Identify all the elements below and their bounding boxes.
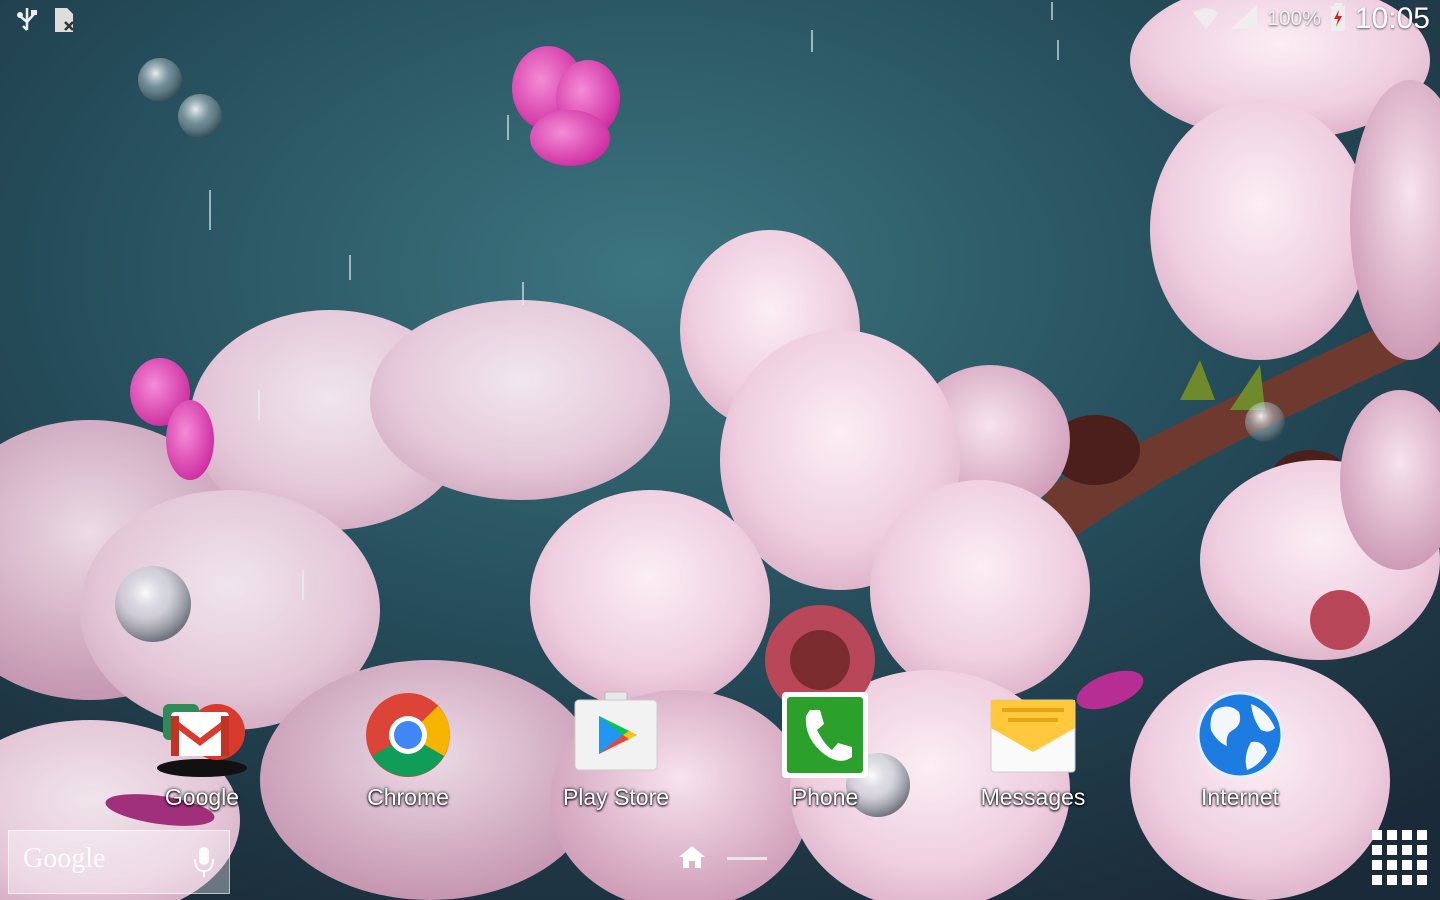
search-placeholder: Google: [23, 843, 106, 874]
app-internet[interactable]: Internet: [1160, 690, 1320, 811]
battery-percent: 100%: [1267, 7, 1321, 30]
app-chrome[interactable]: Chrome: [328, 690, 488, 811]
page-dot: [727, 857, 767, 860]
page-indicator: [675, 843, 775, 873]
app-phone[interactable]: Phone: [745, 690, 905, 811]
app-label: Messages: [980, 784, 1086, 810]
app-label: Play Store: [562, 784, 670, 810]
google-search-widget[interactable]: Google: [8, 830, 230, 894]
app-label: Phone: [791, 784, 859, 810]
app-label: Google: [164, 784, 240, 810]
home-icon[interactable]: [677, 843, 707, 875]
app-messages[interactable]: Messages: [953, 690, 1113, 811]
microphone-icon[interactable]: [193, 845, 215, 883]
messages-icon: [988, 690, 1078, 780]
google-folder-icon: [157, 690, 247, 780]
app-drawer-button[interactable]: [1370, 828, 1430, 888]
play-store-icon: [571, 690, 661, 780]
battery-charging-icon: [1329, 2, 1347, 36]
wifi-icon: [1191, 3, 1221, 35]
usb-icon: [16, 6, 38, 38]
app-play-store[interactable]: Play Store: [536, 690, 696, 811]
app-label: Chrome: [367, 784, 449, 810]
chrome-icon: [363, 690, 453, 780]
app-label: Internet: [1201, 784, 1279, 810]
phone-icon: [780, 690, 870, 780]
globe-icon: [1195, 690, 1285, 780]
clock: 10:05: [1354, 2, 1430, 35]
app-dock: Google Chrome Play Store Phone Messages …: [0, 690, 1440, 820]
sim-card-icon: [52, 6, 78, 38]
app-drawer-icon: [1372, 830, 1427, 885]
app-google[interactable]: Google: [122, 690, 282, 811]
status-bar: 100% 10:05: [0, 0, 1440, 40]
signal-icon: [1229, 3, 1259, 35]
